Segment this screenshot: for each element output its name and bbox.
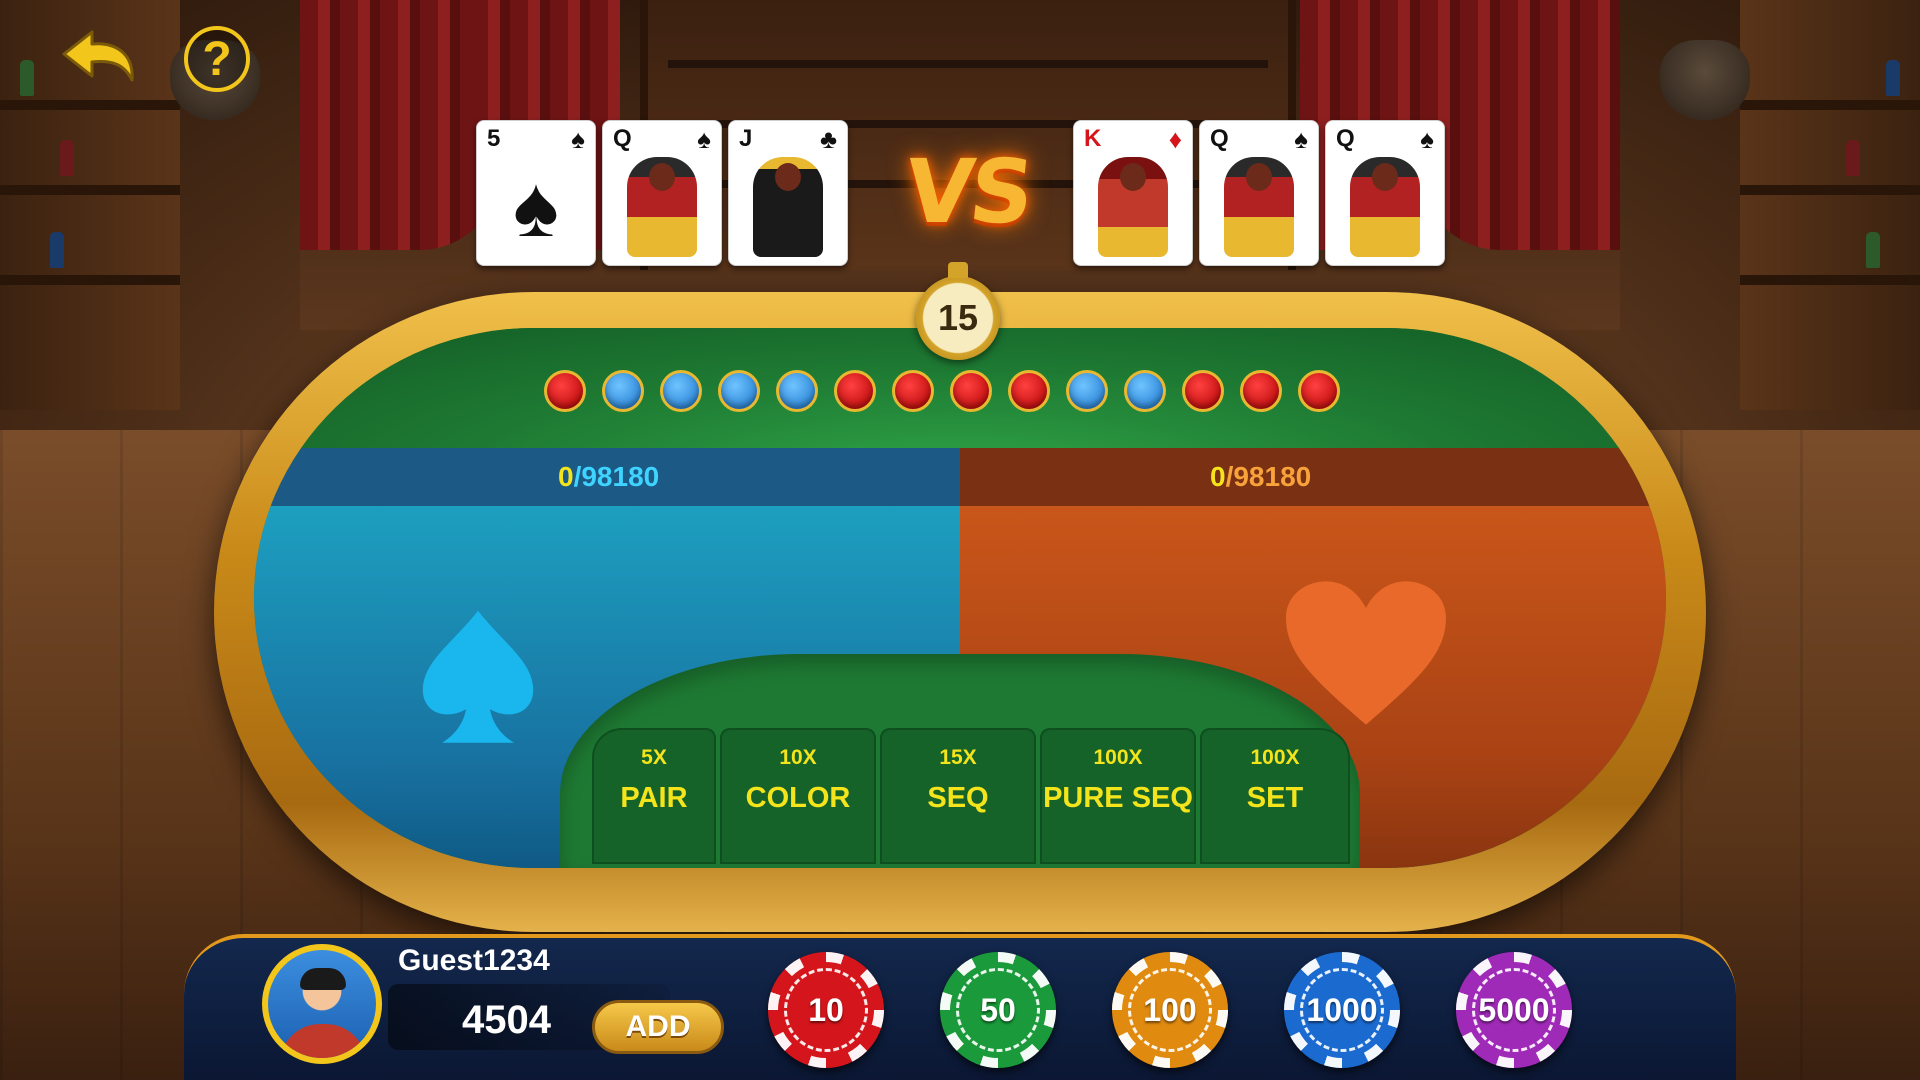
- history-dot-red: [950, 370, 992, 412]
- history-dot-blue: [1124, 370, 1166, 412]
- back-arrow-icon: [62, 30, 134, 82]
- timer-value: 15: [937, 297, 979, 338]
- spade-bet-current: 0: [558, 461, 574, 492]
- result-history: [544, 370, 1340, 412]
- right-card: K ♦: [1073, 120, 1193, 266]
- vs-label: VS: [900, 140, 1035, 243]
- card-art: ♠: [477, 155, 595, 259]
- history-dot-blue: [776, 370, 818, 412]
- heart-bet-total: 0 /98180: [960, 448, 1666, 506]
- history-dot-red: [834, 370, 876, 412]
- side-bet-multiplier: 100X: [1250, 746, 1300, 769]
- queen-face-icon: [1350, 157, 1420, 257]
- username: Guest1234: [398, 944, 550, 977]
- card-suit-icon: ♠: [1294, 124, 1308, 154]
- spade-icon: [422, 610, 534, 743]
- avatar-hair: [300, 968, 346, 990]
- left-hand: 5 ♠ ♠ Q ♠ J ♣: [476, 120, 848, 266]
- chip-value: 100: [1143, 991, 1197, 1028]
- chip-50[interactable]: 50: [940, 952, 1056, 1068]
- right-card: Q ♠: [1199, 120, 1319, 266]
- right-card: Q ♠: [1325, 120, 1445, 266]
- shelf-right: [1740, 0, 1920, 410]
- balance: 4504: [462, 998, 551, 1042]
- history-dot-red: [1182, 370, 1224, 412]
- side-bet-multiplier: 5X: [641, 746, 667, 769]
- add-coins-button[interactable]: ADD: [592, 1000, 724, 1054]
- card-suit-icon: ♠: [697, 124, 711, 154]
- card-rank: K: [1084, 125, 1102, 152]
- chip-5000[interactable]: 5000: [1456, 952, 1572, 1068]
- card-rank: 5: [487, 125, 501, 152]
- side-bet-multiplier: 15X: [939, 746, 977, 769]
- help-button[interactable]: ?: [184, 26, 250, 92]
- card-art: [729, 155, 847, 259]
- side-bet-pair[interactable]: 5X PAIR: [592, 728, 716, 864]
- countdown-timer: 15: [916, 262, 1000, 360]
- bull-head-decoration-right: [1660, 40, 1750, 120]
- chip-value: 1000: [1306, 991, 1378, 1028]
- spade-bet-max: /98180: [573, 461, 660, 492]
- heart-bet-current: 0: [1210, 461, 1226, 492]
- history-dot-red: [1240, 370, 1282, 412]
- history-dot-blue: [718, 370, 760, 412]
- history-dot-blue: [1066, 370, 1108, 412]
- heart-bet-max: /98180: [1225, 461, 1312, 492]
- left-card: J ♣: [728, 120, 848, 266]
- card-suit-icon: ♠: [1420, 124, 1434, 154]
- queen-face-icon: [1224, 157, 1294, 257]
- history-dot-red: [1008, 370, 1050, 412]
- side-bet-seq[interactable]: 15X SEQ: [880, 728, 1036, 864]
- card-rank: Q: [1336, 125, 1355, 152]
- history-dot-blue: [602, 370, 644, 412]
- side-bet-label: SEQ: [927, 782, 989, 814]
- card-art: [1326, 155, 1444, 259]
- side-bet-set[interactable]: 100X SET: [1200, 728, 1350, 864]
- right-hand: K ♦ Q ♠ Q ♠: [1073, 120, 1445, 266]
- spade-bet-total: 0 /98180: [254, 448, 960, 506]
- chip-1000[interactable]: 1000: [1284, 952, 1400, 1068]
- card-rank: Q: [613, 125, 632, 152]
- jack-face-icon: [753, 157, 823, 257]
- side-bets: 5X PAIR 10X COLOR 15X SEQ 100X PURE SEQ 100X SET: [592, 728, 1350, 864]
- card-rank: Q: [1210, 125, 1229, 152]
- side-bet-label: PURE SEQ: [1043, 782, 1193, 814]
- left-card: Q ♠: [602, 120, 722, 266]
- chip-value: 50: [980, 991, 1016, 1028]
- card-art: [603, 155, 721, 259]
- king-face-icon: [1098, 157, 1168, 257]
- left-card: 5 ♠ ♠: [476, 120, 596, 266]
- side-bet-pure-seq[interactable]: 100X PURE SEQ: [1040, 728, 1196, 864]
- curtain-right-outer: [1420, 0, 1620, 250]
- card-suit-icon: ♠: [571, 124, 585, 154]
- card-suit-icon: ♣: [819, 124, 837, 154]
- card-art: [1200, 155, 1318, 259]
- history-dot-blue: [660, 370, 702, 412]
- history-dot-red: [544, 370, 586, 412]
- help-icon: ?: [202, 32, 232, 86]
- history-dot-red: [1298, 370, 1340, 412]
- side-bet-multiplier: 10X: [779, 746, 817, 769]
- card-pip-icon: ♠: [513, 159, 559, 255]
- queen-face-icon: [627, 157, 697, 257]
- back-button[interactable]: [58, 26, 138, 86]
- side-bet-label: COLOR: [745, 782, 851, 814]
- side-bet-label: PAIR: [620, 782, 688, 814]
- history-dot-red: [892, 370, 934, 412]
- chip-selector: 10 50 100 1000 5000: [768, 952, 1572, 1068]
- card-rank: J: [739, 125, 753, 152]
- card-suit-icon: ♦: [1168, 124, 1182, 154]
- card-art: [1074, 155, 1192, 259]
- chip-10[interactable]: 10: [768, 952, 884, 1068]
- side-bet-multiplier: 100X: [1093, 746, 1143, 769]
- side-bet-label: SET: [1246, 782, 1304, 814]
- chip-value: 5000: [1478, 991, 1550, 1028]
- chip-100[interactable]: 100: [1112, 952, 1228, 1068]
- side-bet-color[interactable]: 10X COLOR: [720, 728, 876, 864]
- chip-value: 10: [808, 991, 844, 1028]
- avatar[interactable]: [262, 944, 382, 1064]
